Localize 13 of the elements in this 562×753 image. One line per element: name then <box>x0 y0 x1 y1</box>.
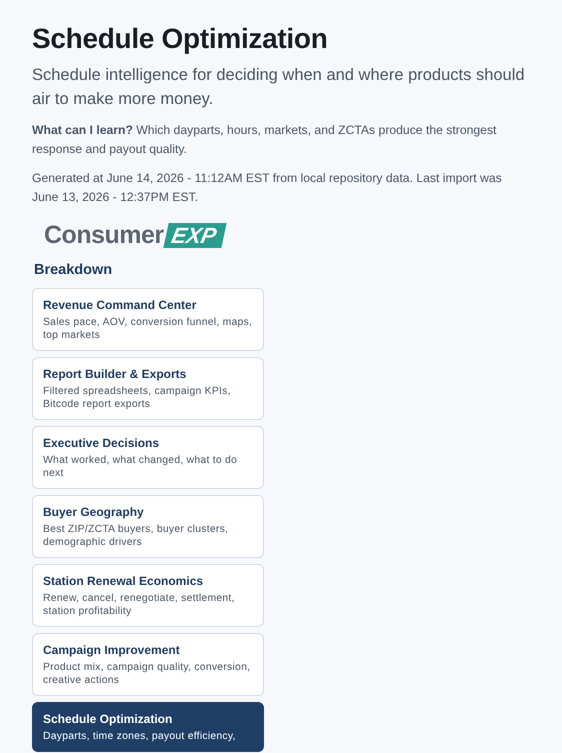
nav-card[interactable]: Executive Decisions What worked, what changed, what to do next <box>32 426 264 489</box>
nav-card[interactable]: Schedule Optimization Dayparts, time zones, payout efficiency, <box>32 702 264 752</box>
nav-card[interactable]: Campaign Improvement Product mix, campaign quality, conversion, creative actions <box>32 632 264 696</box>
page-subtitle: Schedule intelligence for deciding when and where products should air to make more money. <box>32 64 526 110</box>
section-heading: Breakdown <box>34 261 114 280</box>
nav-card[interactable]: Buyer Geography Best ZIP/ZCTA buyers, buyer clusters, demographic drivers <box>32 494 264 558</box>
page-title: Schedule Optimization <box>32 22 329 56</box>
nav-card[interactable]: Station Renewal Economics Renew, cancel, renegotiate, settlement, station profitability <box>32 564 264 627</box>
nav-card[interactable]: Report Builder & Exports Filtered spreadsheets, campaign KPIs, Bitcode report exports <box>32 356 264 420</box>
question-text: What can I learn? Which dayparts, hours, markets, and ZCTAs produce the strongest response and payout quality. <box>32 122 498 158</box>
nav-card[interactable]: Revenue Command Center Sales pace, AOV, conversion funnel, maps, top markets <box>32 288 264 351</box>
generated-note: Generated at June 14, 2026 - 11:12AM EST from local repository data. Last import was June 13, 2026 - 12:37PM EST. <box>32 170 503 206</box>
brand-logo: Consumer EXP <box>44 223 530 248</box>
